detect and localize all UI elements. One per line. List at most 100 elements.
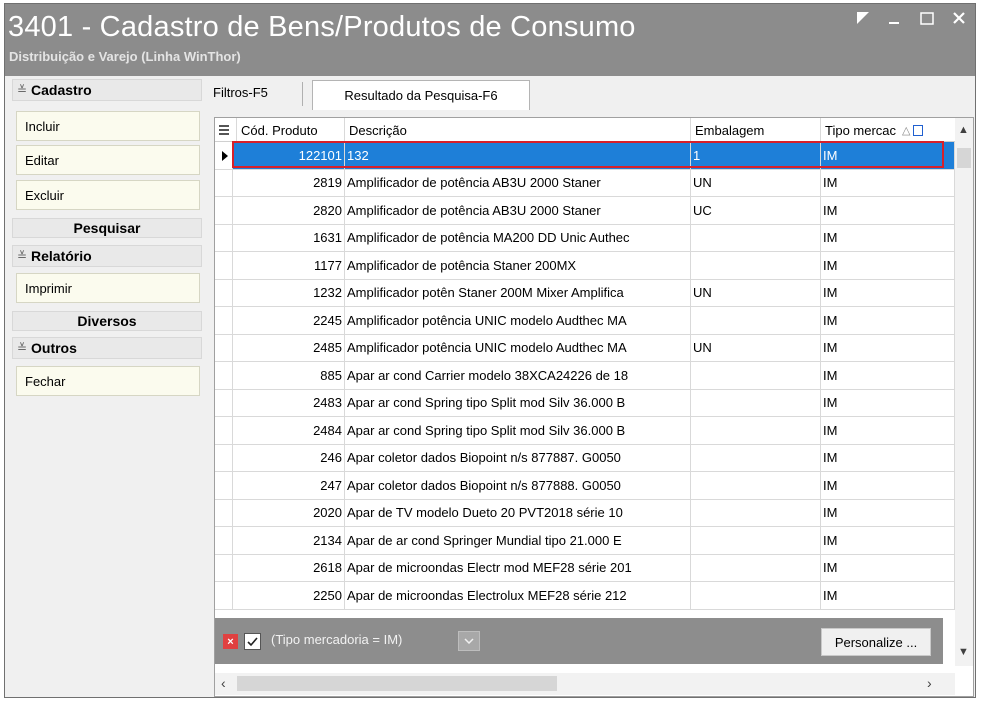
imprimir-button[interactable]: Imprimir xyxy=(16,273,200,303)
cell-descricao[interactable]: Apar de TV modelo Dueto 20 PVT2018 série… xyxy=(345,499,691,526)
row-indicator[interactable] xyxy=(215,224,233,251)
cell-tipo-mercadoria[interactable]: IM xyxy=(821,554,955,581)
cell-tipo-mercadoria[interactable]: IM xyxy=(821,362,955,389)
row-indicator[interactable] xyxy=(215,472,233,499)
cell-tipo-mercadoria[interactable]: IM xyxy=(821,417,955,444)
cell-embalagem[interactable] xyxy=(691,417,821,444)
cell-cod-produto[interactable]: 2618 xyxy=(233,554,345,581)
table-row[interactable]: 2134 Apar de ar cond Springer Mundial tip… xyxy=(215,527,955,555)
cell-cod-produto[interactable]: 2820 xyxy=(233,197,345,224)
table-row[interactable]: 122101 132 1 IM xyxy=(215,142,955,170)
cell-descricao[interactable]: Apar de microondas Electr mod MEF28 séri… xyxy=(345,554,691,581)
cell-descricao[interactable]: Amplificador potên Staner 200M Mixer Amp… xyxy=(345,279,691,306)
cell-descricao[interactable]: Amplificador potência UNIC modelo Audthe… xyxy=(345,307,691,334)
table-row[interactable]: 2484 Apar ar cond Spring tipo Split mod S… xyxy=(215,417,955,445)
customize-button[interactable]: Personalize ... xyxy=(821,628,931,656)
section-diversos[interactable]: Diversos xyxy=(12,311,202,331)
row-indicator[interactable] xyxy=(215,527,233,554)
cell-cod-produto[interactable]: 2819 xyxy=(233,169,345,196)
table-row[interactable]: 246 Apar coletor dados Biopoint n/s 87788… xyxy=(215,444,955,472)
row-indicator[interactable] xyxy=(215,279,233,306)
clear-filter-icon[interactable]: × xyxy=(223,634,238,649)
cell-cod-produto[interactable]: 2020 xyxy=(233,499,345,526)
cell-tipo-mercadoria[interactable]: IM xyxy=(821,142,955,169)
scroll-left-icon[interactable]: ‹ xyxy=(221,675,226,691)
cell-cod-produto[interactable]: 1631 xyxy=(233,224,345,251)
cell-cod-produto[interactable]: 1177 xyxy=(233,252,345,279)
excluir-button[interactable]: Excluir xyxy=(16,180,200,210)
cell-cod-produto[interactable]: 1232 xyxy=(233,279,345,306)
cell-descricao[interactable]: Apar de ar cond Springer Mundial tipo 21… xyxy=(345,527,691,554)
cell-descricao[interactable]: Apar coletor dados Biopoint n/s 877887. … xyxy=(345,444,691,471)
cell-embalagem[interactable] xyxy=(691,554,821,581)
filter-expression[interactable]: (Tipo mercadoria = IM) xyxy=(271,632,402,647)
cell-tipo-mercadoria[interactable]: IM xyxy=(821,582,955,609)
cell-embalagem[interactable] xyxy=(691,499,821,526)
row-indicator[interactable] xyxy=(215,252,233,279)
row-indicator[interactable] xyxy=(215,444,233,471)
minimize-icon[interactable] xyxy=(887,10,905,28)
cell-embalagem[interactable] xyxy=(691,307,821,334)
column-header-cod[interactable]: Cód. Produto xyxy=(237,118,345,142)
fechar-button[interactable]: Fechar xyxy=(16,366,200,396)
filter-icon[interactable] xyxy=(912,124,923,136)
cell-cod-produto[interactable]: 247 xyxy=(233,472,345,499)
cell-descricao[interactable]: Amplificador de potência AB3U 2000 Stane… xyxy=(345,169,691,196)
row-indicator[interactable] xyxy=(215,582,233,609)
cell-embalagem[interactable]: UC xyxy=(691,197,821,224)
cell-embalagem[interactable]: UN xyxy=(691,169,821,196)
row-indicator[interactable] xyxy=(215,554,233,581)
table-row[interactable]: 2250 Apar de microondas Electrolux MEF28 … xyxy=(215,582,955,610)
cell-embalagem[interactable]: 1 xyxy=(691,142,821,169)
row-indicator[interactable] xyxy=(215,417,233,444)
cell-tipo-mercadoria[interactable]: IM xyxy=(821,389,955,416)
restore-icon[interactable] xyxy=(855,10,873,28)
table-row[interactable]: 885 Apar ar cond Carrier modelo 38XCA2422… xyxy=(215,362,955,390)
maximize-icon[interactable] xyxy=(919,10,937,28)
cell-embalagem[interactable]: UN xyxy=(691,334,821,361)
table-row[interactable]: 2820 Amplificador de potência AB3U 2000 S… xyxy=(215,197,955,225)
cell-cod-produto[interactable]: 2250 xyxy=(233,582,345,609)
cell-tipo-mercadoria[interactable]: IM xyxy=(821,224,955,251)
table-row[interactable]: 2485 Amplificador potência UNIC modelo Au… xyxy=(215,334,955,362)
cell-tipo-mercadoria[interactable]: IM xyxy=(821,472,955,499)
scroll-up-icon[interactable]: ▲ xyxy=(958,124,969,136)
row-indicator[interactable] xyxy=(215,499,233,526)
cell-descricao[interactable]: 132 xyxy=(345,142,691,169)
table-row[interactable]: 2819 Amplificador de potência AB3U 2000 S… xyxy=(215,169,955,197)
cell-cod-produto[interactable]: 2485 xyxy=(233,334,345,361)
horizontal-scroll-thumb[interactable] xyxy=(237,676,557,691)
cell-descricao[interactable]: Apar de microondas Electrolux MEF28 séri… xyxy=(345,582,691,609)
cell-tipo-mercadoria[interactable]: IM xyxy=(821,279,955,306)
cell-cod-produto[interactable]: 2245 xyxy=(233,307,345,334)
horizontal-scrollbar[interactable]: ‹ › xyxy=(215,673,955,695)
cell-cod-produto[interactable]: 2484 xyxy=(233,417,345,444)
table-row[interactable]: 1631 Amplificador de potência MA200 DD Un… xyxy=(215,224,955,252)
cell-descricao[interactable]: Apar ar cond Spring tipo Split mod Silv … xyxy=(345,417,691,444)
cell-embalagem[interactable] xyxy=(691,527,821,554)
cell-tipo-mercadoria[interactable]: IM xyxy=(821,499,955,526)
cell-cod-produto[interactable]: 2483 xyxy=(233,389,345,416)
tab-filtros[interactable]: Filtros-F5 xyxy=(213,85,268,100)
table-row[interactable]: 2245 Amplificador potência UNIC modelo Au… xyxy=(215,307,955,335)
column-header-descricao[interactable]: Descrição xyxy=(345,118,691,142)
cell-descricao[interactable]: Apar ar cond Spring tipo Split mod Silv … xyxy=(345,389,691,416)
cell-tipo-mercadoria[interactable]: IM xyxy=(821,197,955,224)
cell-embalagem[interactable] xyxy=(691,224,821,251)
row-indicator[interactable] xyxy=(215,389,233,416)
cell-descricao[interactable]: Amplificador potência UNIC modelo Audthe… xyxy=(345,334,691,361)
cell-embalagem[interactable] xyxy=(691,389,821,416)
table-row[interactable]: 1177 Amplificador de potência Staner 200M… xyxy=(215,252,955,280)
column-header-tipo[interactable]: Tipo mercac △ xyxy=(821,118,955,142)
row-indicator[interactable] xyxy=(215,197,233,224)
cell-tipo-mercadoria[interactable]: IM xyxy=(821,334,955,361)
cell-embalagem[interactable] xyxy=(691,444,821,471)
cell-descricao[interactable]: Apar coletor dados Biopoint n/s 877888. … xyxy=(345,472,691,499)
cell-tipo-mercadoria[interactable]: IM xyxy=(821,527,955,554)
cell-cod-produto[interactable]: 246 xyxy=(233,444,345,471)
filter-enabled-checkbox[interactable] xyxy=(244,633,261,650)
cell-embalagem[interactable] xyxy=(691,252,821,279)
cell-embalagem[interactable] xyxy=(691,362,821,389)
row-indicator[interactable] xyxy=(215,169,233,196)
cell-tipo-mercadoria[interactable]: IM xyxy=(821,252,955,279)
